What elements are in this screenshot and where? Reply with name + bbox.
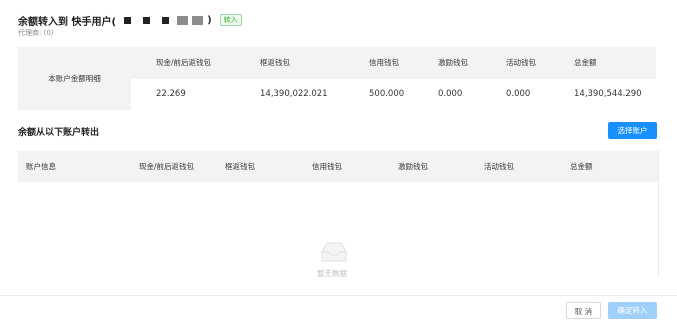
col-rebate: 框返钱包 xyxy=(225,162,255,171)
col-cash: 现金/前后返钱包 xyxy=(139,162,195,171)
select-account-button[interactable]: 选择账户 xyxy=(608,122,657,139)
confirm-transfer-button[interactable]: 确定转入 xyxy=(608,302,657,319)
cancel-button[interactable]: 取 消 xyxy=(566,302,601,319)
summary-value-credit: 500.000 xyxy=(369,89,405,99)
summary-values-row: 22.269 14,390,022.021 500.000 0.000 0.00… xyxy=(131,79,656,110)
summary-value-incentive: 0.000 xyxy=(438,89,463,99)
summary-value-total: 14,390,544.290 xyxy=(574,89,642,99)
transfer-accounts-table: 账户信息 现金/前后返钱包 框返钱包 信用钱包 激励钱包 活动钱包 总金额 暂无… xyxy=(18,151,659,278)
col-incentive: 激励钱包 xyxy=(398,162,428,171)
table-header-row: 账户信息 现金/前后返钱包 框返钱包 信用钱包 激励钱包 活动钱包 总金额 xyxy=(18,151,658,182)
summary-value-activity: 0.000 xyxy=(506,89,531,99)
col-account-info: 账户信息 xyxy=(26,162,56,171)
account-balance-summary: 本账户金额明细 现金/前后返钱包 框返钱包 信用钱包 激励钱包 活动钱包 总金额… xyxy=(18,47,656,110)
dialog-title-close: ) xyxy=(207,14,212,26)
empty-text: 暂无数据 xyxy=(317,269,347,278)
dialog-header: 余额转入到 快手用户( ) 转入 xyxy=(18,12,242,28)
summary-value-rebate: 14,390,022.021 xyxy=(260,89,328,99)
summary-value-cash: 22.269 xyxy=(156,89,186,99)
footer-divider xyxy=(0,295,677,296)
agent-subtitle: 代理商: (0) xyxy=(18,29,54,37)
summary-col-cash: 现金/前后返钱包 xyxy=(156,58,212,67)
summary-col-credit: 信用钱包 xyxy=(369,58,399,67)
masked-user-id xyxy=(118,15,205,25)
summary-row-label: 本账户金额明细 xyxy=(18,47,131,110)
col-credit: 信用钱包 xyxy=(312,162,342,171)
summary-header-row: 现金/前后返钱包 框返钱包 信用钱包 激励钱包 活动钱包 总金额 xyxy=(131,47,656,79)
col-total: 总金额 xyxy=(570,162,593,171)
summary-col-total: 总金额 xyxy=(574,58,597,67)
summary-col-activity: 活动钱包 xyxy=(506,58,536,67)
dialog-title: 余额转入到 快手用户( xyxy=(18,16,117,28)
empty-inbox-icon xyxy=(321,242,347,262)
summary-col-incentive: 激励钱包 xyxy=(438,58,468,67)
transfer-dialog: 余额转入到 快手用户( ) 转入 代理商: (0) 本账户金额明细 现金/前后返… xyxy=(0,0,677,328)
transfer-section-title: 余额从以下账户转出 xyxy=(18,128,100,138)
col-activity: 活动钱包 xyxy=(484,162,514,171)
empty-state: 暂无数据 xyxy=(18,182,658,278)
summary-col-rebate: 框返钱包 xyxy=(260,58,290,67)
transfer-in-tag: 转入 xyxy=(219,14,242,26)
